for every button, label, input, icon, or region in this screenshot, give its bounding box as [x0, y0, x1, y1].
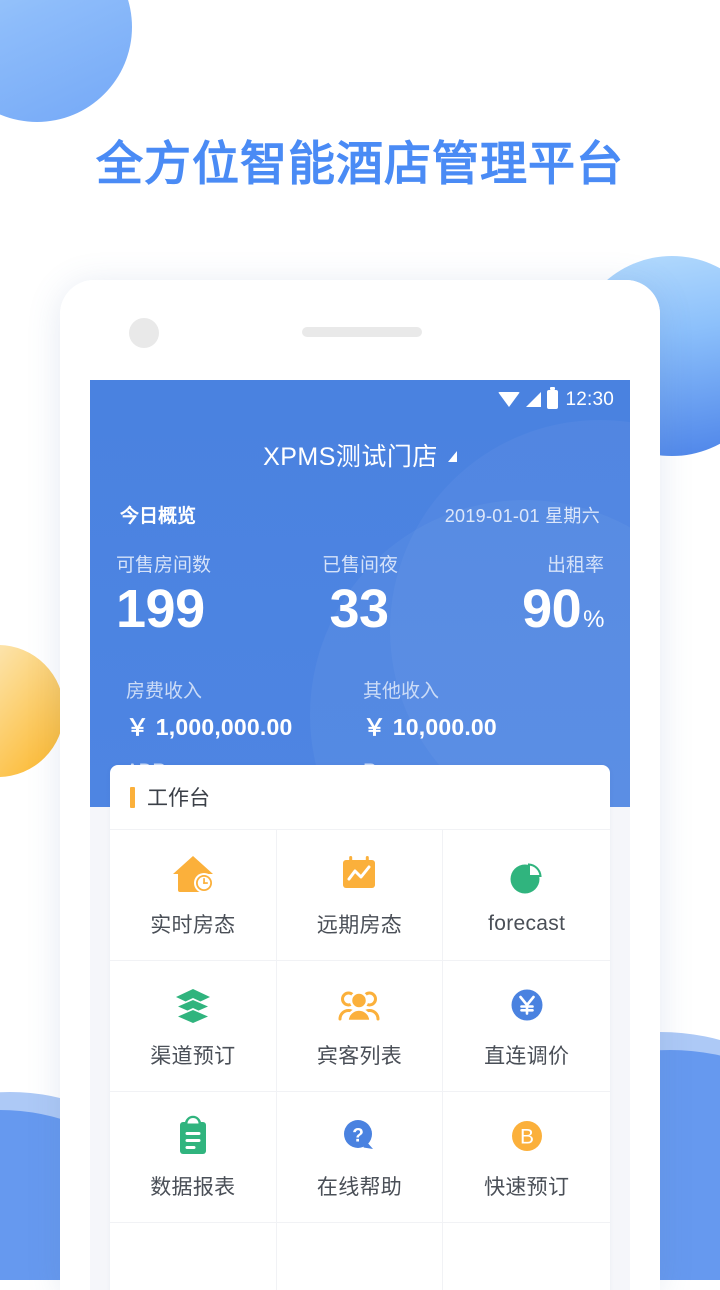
status-bar-clock: 12:30 — [565, 389, 614, 410]
dropdown-caret-icon[interactable] — [447, 451, 457, 462]
revenue-value: ￥ 10,000.00 — [363, 713, 497, 740]
app-screen: 12:30 XPMS测试门店 今日概览 2019-01-01 星期六 可售房间数… — [90, 380, 630, 1290]
workbench-item-quick-booking[interactable]: B 快速预订 — [443, 1092, 610, 1223]
kpi-value: 90% — [441, 581, 604, 638]
battery-icon — [547, 387, 559, 409]
revenue-label: 其他收入 — [363, 680, 440, 702]
calendar-chart-icon — [337, 851, 381, 897]
kpi-number: 90 — [522, 579, 582, 639]
people-group-icon — [336, 982, 382, 1028]
workbench-item-guest-list[interactable]: 宾客列表 — [276, 961, 444, 1092]
question-bubble-icon: ? — [337, 1113, 381, 1159]
workbench-item-label: 数据报表 — [150, 1176, 236, 1199]
workbench-item-label: 快速预订 — [484, 1176, 570, 1199]
kpi-number: 33 — [329, 579, 389, 639]
hotel-name: XPMS测试门店 — [263, 443, 438, 471]
kpi-value: 33 — [279, 581, 442, 638]
workbench-title: 工作台 — [147, 787, 210, 810]
overview-date: 2019-01-01 星期六 — [444, 506, 600, 526]
kpi-value: 199 — [116, 581, 279, 638]
decor-circle-top-left — [0, 0, 132, 122]
workbench-item-forecast[interactable]: forecast — [443, 830, 610, 961]
kpi-available-rooms[interactable]: 可售房间数 199 — [116, 550, 279, 638]
workbench-item-label: forecast — [488, 912, 566, 935]
letter-b-circle-icon: B — [505, 1113, 549, 1159]
workbench-grid: 实时房态 远期房态 forecast 渠道预订 宾客列表 直连调价 数据报表 ?… — [110, 830, 610, 1290]
kpi-occupancy-rate[interactable]: 出租率 90% — [441, 550, 604, 638]
cell-signal-icon — [526, 392, 542, 407]
workbench-item-label: 远期房态 — [316, 914, 403, 937]
workbench-header: 工作台 — [110, 765, 610, 830]
workbench-item-data-reports[interactable]: 数据报表 — [110, 1092, 277, 1223]
kpi-number: 199 — [116, 579, 205, 639]
page-headline: 全方位智能酒店管理平台 — [96, 137, 624, 190]
kpi-label: 已售间夜 — [322, 555, 399, 576]
phone-top-bezel — [60, 280, 660, 380]
layers-stack-icon — [171, 982, 215, 1028]
hotel-selector[interactable]: XPMS测试门店 — [90, 420, 630, 473]
workbench-item-direct-pricing[interactable]: 直连调价 — [443, 961, 610, 1092]
workbench-item-label: 宾客列表 — [316, 1045, 403, 1068]
status-bar: 12:30 — [90, 380, 630, 420]
accent-bar — [130, 786, 135, 808]
svg-text:?: ? — [353, 1126, 365, 1147]
decor-circle-orange-left — [0, 645, 64, 777]
workbench-card: 工作台 实时房态 远期房态 forecast 渠道预订 宾客列表 直连调价 数据… — [110, 765, 610, 1290]
revenue-value: ￥ 1,000,000.00 — [126, 713, 293, 740]
clipboard-report-icon — [173, 1113, 213, 1159]
workbench-item-online-help[interactable]: ? 在线帮助 — [276, 1092, 444, 1223]
workbench-item-realtime-room-status[interactable]: 实时房态 — [110, 830, 277, 961]
workbench-item-label: 直连调价 — [484, 1045, 570, 1068]
yuan-circle-icon — [505, 982, 549, 1028]
wifi-icon — [498, 392, 521, 407]
svg-text:B: B — [520, 1126, 534, 1149]
house-clock-icon — [170, 851, 216, 897]
workbench-item-label: 在线帮助 — [316, 1176, 403, 1199]
earpiece-speaker-icon — [302, 327, 422, 337]
pie-chart-icon — [505, 854, 549, 900]
revenue-label: 房费收入 — [126, 680, 203, 702]
workbench-item-channel-booking[interactable]: 渠道预订 — [110, 961, 277, 1092]
phone-mockup: 12:30 XPMS测试门店 今日概览 2019-01-01 星期六 可售房间数… — [60, 280, 660, 1290]
kpi-sold-room-nights[interactable]: 已售间夜 33 — [279, 550, 442, 638]
workbench-item-future-room-status[interactable]: 远期房态 — [276, 830, 444, 961]
kpi-unit: % — [583, 606, 605, 633]
overview-label: 今日概览 — [120, 506, 197, 527]
kpi-row: 可售房间数 199 已售间夜 33 出租率 90% — [90, 528, 630, 638]
workbench-item-label: 实时房态 — [150, 914, 236, 937]
workbench-item-label: 渠道预订 — [150, 1045, 236, 1068]
overview-row: 今日概览 2019-01-01 星期六 — [90, 473, 630, 528]
kpi-label: 出租率 — [547, 555, 605, 576]
camera-lens-icon — [129, 318, 159, 348]
kpi-label: 可售房间数 — [116, 555, 212, 576]
app-header: 12:30 XPMS测试门店 今日概览 2019-01-01 星期六 可售房间数… — [90, 380, 630, 807]
